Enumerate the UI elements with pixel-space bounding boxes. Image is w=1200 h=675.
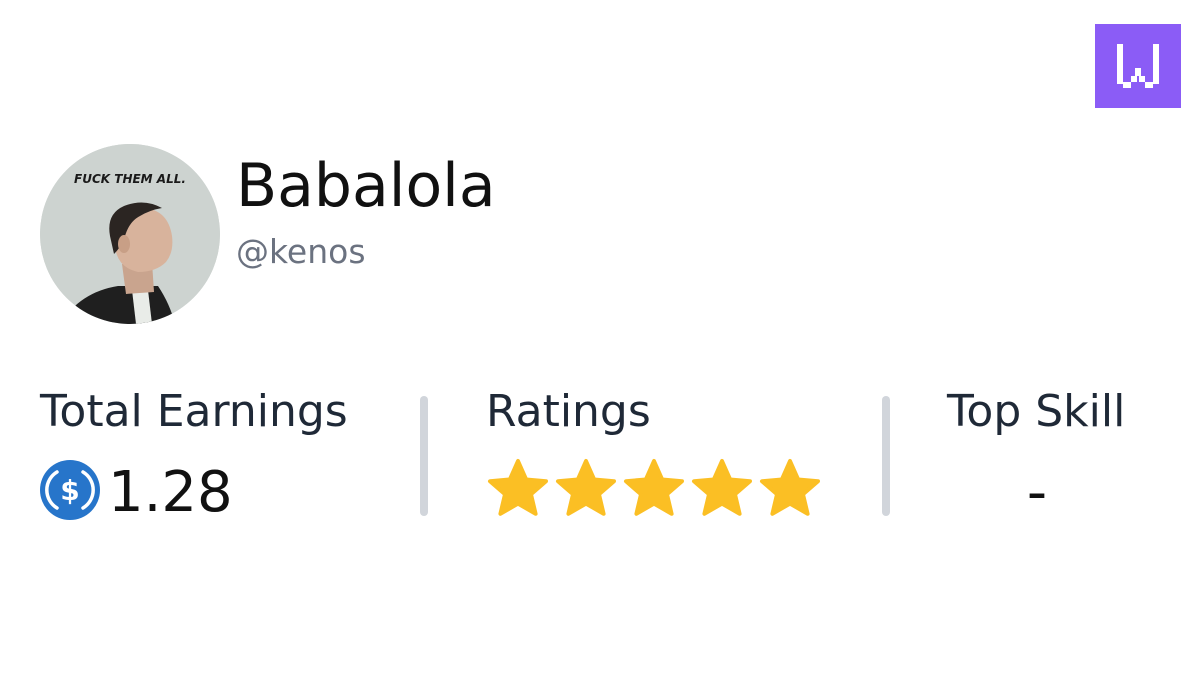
- divider: [882, 396, 890, 516]
- star-icon: [488, 459, 548, 516]
- avatar-caption: FUCK THEM ALL.: [74, 172, 186, 186]
- star-icon: [692, 459, 752, 516]
- ratings-label: Ratings: [486, 386, 651, 437]
- svg-text:$: $: [60, 474, 79, 507]
- star-icon: [760, 459, 820, 516]
- top-skill-value: -: [1026, 460, 1048, 525]
- star-icon: [556, 459, 616, 516]
- rating-stars: [486, 458, 822, 522]
- divider: [420, 396, 428, 516]
- earnings-label: Total Earnings: [40, 386, 348, 437]
- avatar: FUCK THEM ALL.: [40, 144, 220, 324]
- w-logo-icon: [1117, 44, 1159, 88]
- top-skill-label: Top Skill: [947, 386, 1126, 437]
- earnings-value: 1.28: [108, 460, 233, 525]
- profile-handle: @kenos: [236, 232, 366, 271]
- profile-name: Babalola: [236, 151, 496, 221]
- usdc-coin-icon: $: [40, 460, 100, 524]
- brand-logo: [1095, 24, 1181, 108]
- star-icon: [624, 459, 684, 516]
- profile-photo: FUCK THEM ALL.: [40, 144, 220, 324]
